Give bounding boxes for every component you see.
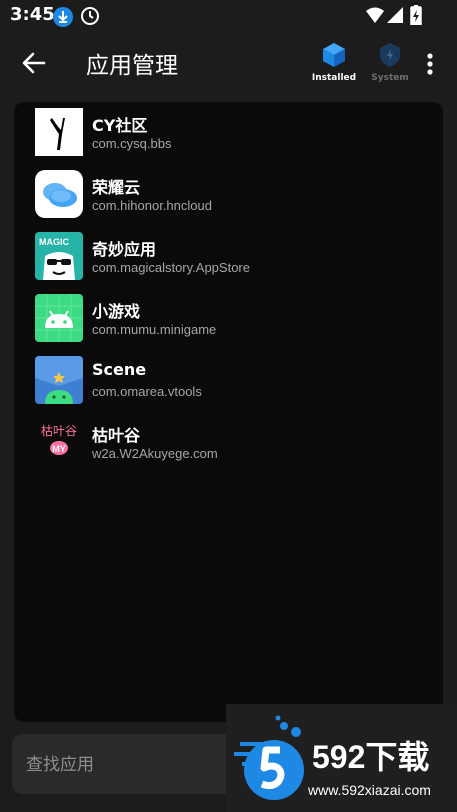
app-name: 荣耀云 [92,178,141,197]
signal-icon [387,7,403,23]
search-input[interactable] [24,746,228,784]
status-time: 3:45 [10,4,55,25]
more-vert-icon[interactable] [420,48,440,80]
app-name: 枯叶谷 [92,426,141,445]
scene-app-icon [35,356,83,404]
clock-icon [81,7,99,25]
magic-app-icon: MAGIC [35,232,83,280]
cloud-app-icon [35,170,83,218]
app-item-cy[interactable]: CY社区 com.cysq.bbs [14,102,443,160]
tab-installed-label: Installed [311,73,357,83]
app-item-kuyegu[interactable]: 枯叶谷 MY 枯叶谷 w2a.W2Akuyege.com [14,412,443,470]
installed-box-icon [323,43,345,67]
watermark-url: www.592xiazai.com [308,782,431,798]
watermark-brand: 592下载 [312,739,430,775]
app-package: com.mumu.minigame [92,322,217,337]
watermark: 592下载 www.592xiazai.com [226,704,457,812]
watermark-logo-icon [234,715,304,800]
app-name: CY社区 [92,116,148,135]
back-arrow-icon[interactable] [18,47,50,79]
app-item-magic[interactable]: MAGIC 奇妙应用 com.magicalstory.AppStore [14,226,443,284]
app-name: Scene [92,360,147,379]
kuyegu-icon-text: 枯叶谷 [41,423,77,438]
app-package: com.omarea.vtools [92,384,202,399]
tab-system[interactable]: System [366,42,414,83]
status-bar: 3:45 [0,0,457,32]
tab-system-label: System [371,73,409,83]
kuyegu-app-icon: 枯叶谷 MY [35,418,83,466]
wifi-icon [366,7,384,23]
app-name: 小游戏 [92,302,141,321]
app-item-scene[interactable]: Scene com.omarea.vtools [14,350,443,408]
magic-icon-text: MAGIC [39,237,69,247]
tab-installed[interactable]: Installed [310,42,358,83]
android-green-app-icon [35,294,83,342]
app-item-minigame[interactable]: 小游戏 com.mumu.minigame [14,288,443,346]
app-package: w2a.W2Akuyege.com [92,446,218,461]
app-package: com.hihonor.hncloud [92,198,212,213]
cy-app-icon [35,108,83,156]
kuyegu-icon-badge: MY [52,444,66,454]
system-shield-icon [380,43,400,67]
app-package: com.magicalstory.AppStore [92,260,250,275]
page-title: 应用管理 [86,53,178,79]
app-name: 奇妙应用 [92,240,157,259]
app-list: CY社区 com.cysq.bbs 荣耀云 com.hihonor.hnclou… [14,102,443,722]
download-icon [53,7,73,27]
app-item-honor-cloud[interactable]: 荣耀云 com.hihonor.hncloud [14,164,443,222]
app-package: com.cysq.bbs [92,136,172,151]
toolbar: 应用管理 Installed System [0,32,457,96]
battery-icon [410,5,422,25]
